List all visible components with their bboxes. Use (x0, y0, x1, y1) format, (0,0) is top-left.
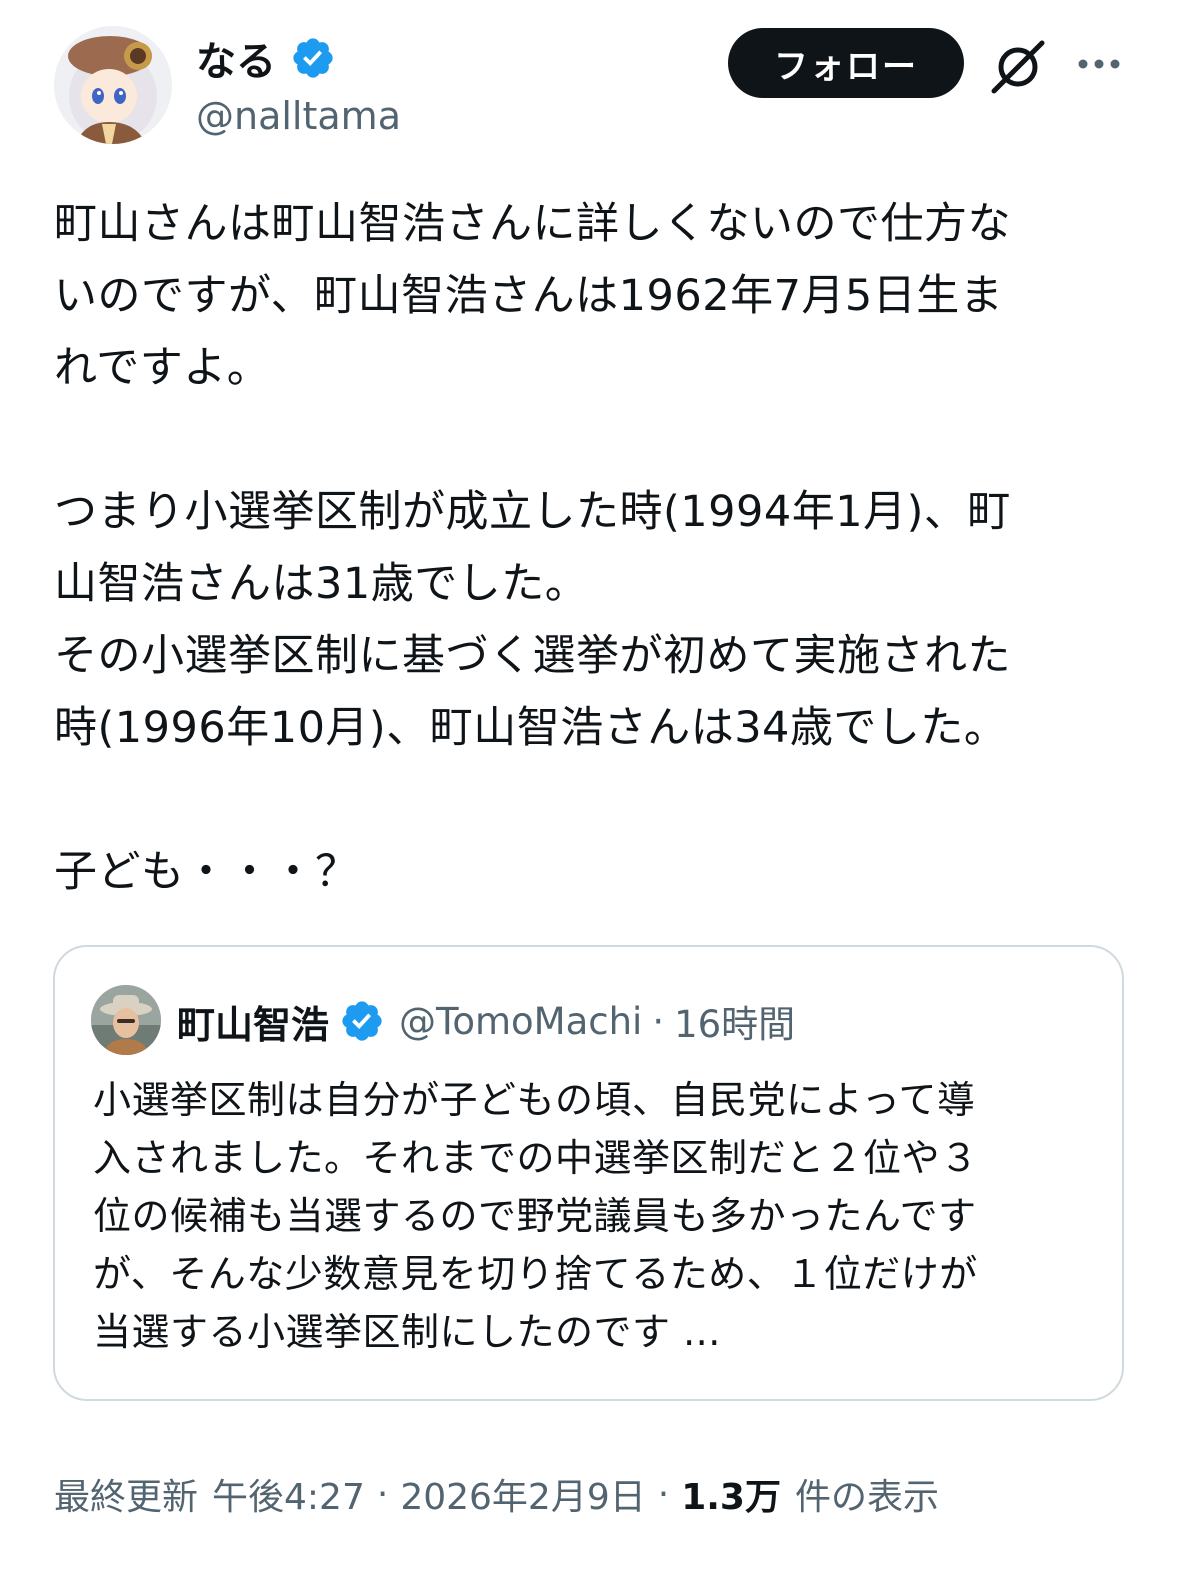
quoted-tweet-card[interactable]: 町山智浩 @TomoMachi · 16時間 小選挙区制は自分が子どもの頃、自民… (53, 945, 1124, 1401)
author-name-row: なる (196, 30, 336, 86)
more-options-icon[interactable] (1074, 44, 1124, 84)
verified-badge-icon[interactable] (290, 35, 336, 81)
tweet-date[interactable]: 2026年2月9日 (400, 1468, 645, 1520)
tweet-paragraph-2: つまり小選挙区制が成立した時(1994年1月)、町 山智浩さんは31歳でした。 … (54, 487, 1011, 753)
tweet-time[interactable]: 午後4:27 (212, 1468, 365, 1520)
views-label: 件の表示 (794, 1477, 939, 1518)
separator-dot: · (657, 1473, 670, 1515)
separator-dot: · (376, 1473, 389, 1515)
tweet-body: 町山さんは町山智浩さんに詳しくないので仕方な いのですが、町山智浩さんは1962… (54, 188, 1124, 908)
author-display-name[interactable]: なる (196, 29, 276, 87)
quoted-tweet-time[interactable]: 16時間 (674, 994, 795, 1048)
verified-badge-icon (339, 998, 385, 1044)
quoted-author-avatar[interactable] (91, 985, 161, 1055)
tweet-header: なる @nalltama フォロー (0, 0, 1179, 160)
separator-dot: · (652, 999, 665, 1043)
quoted-tweet-text: 小選挙区制は自分が子どもの頃、自民党によって導 入されました。それまでの中選挙区… (93, 1078, 979, 1354)
author-handle[interactable]: @nalltama (196, 94, 401, 138)
follow-button[interactable]: フォロー (728, 28, 964, 98)
views-count[interactable]: 1.3万 (681, 1468, 781, 1520)
quoted-author-handle[interactable]: @TomoMachi (399, 1000, 642, 1043)
author-avatar[interactable] (54, 26, 172, 144)
tweet-meta: 最終更新 午後4:27 · 2026年2月9日 · 1.3万 件の表示 (54, 1466, 939, 1522)
quoted-author-name[interactable]: 町山智浩 (177, 994, 329, 1049)
quoted-tweet-header: 町山智浩 @TomoMachi · 16時間 (177, 991, 795, 1051)
tweet-paragraph-3: 子ども・・・？ (54, 847, 359, 897)
updated-label: 最終更新 (54, 1477, 199, 1518)
grok-icon[interactable] (988, 36, 1048, 96)
tweet-paragraph-1: 町山さんは町山智浩さんに詳しくないので仕方な いのですが、町山智浩さんは1962… (54, 199, 1011, 393)
